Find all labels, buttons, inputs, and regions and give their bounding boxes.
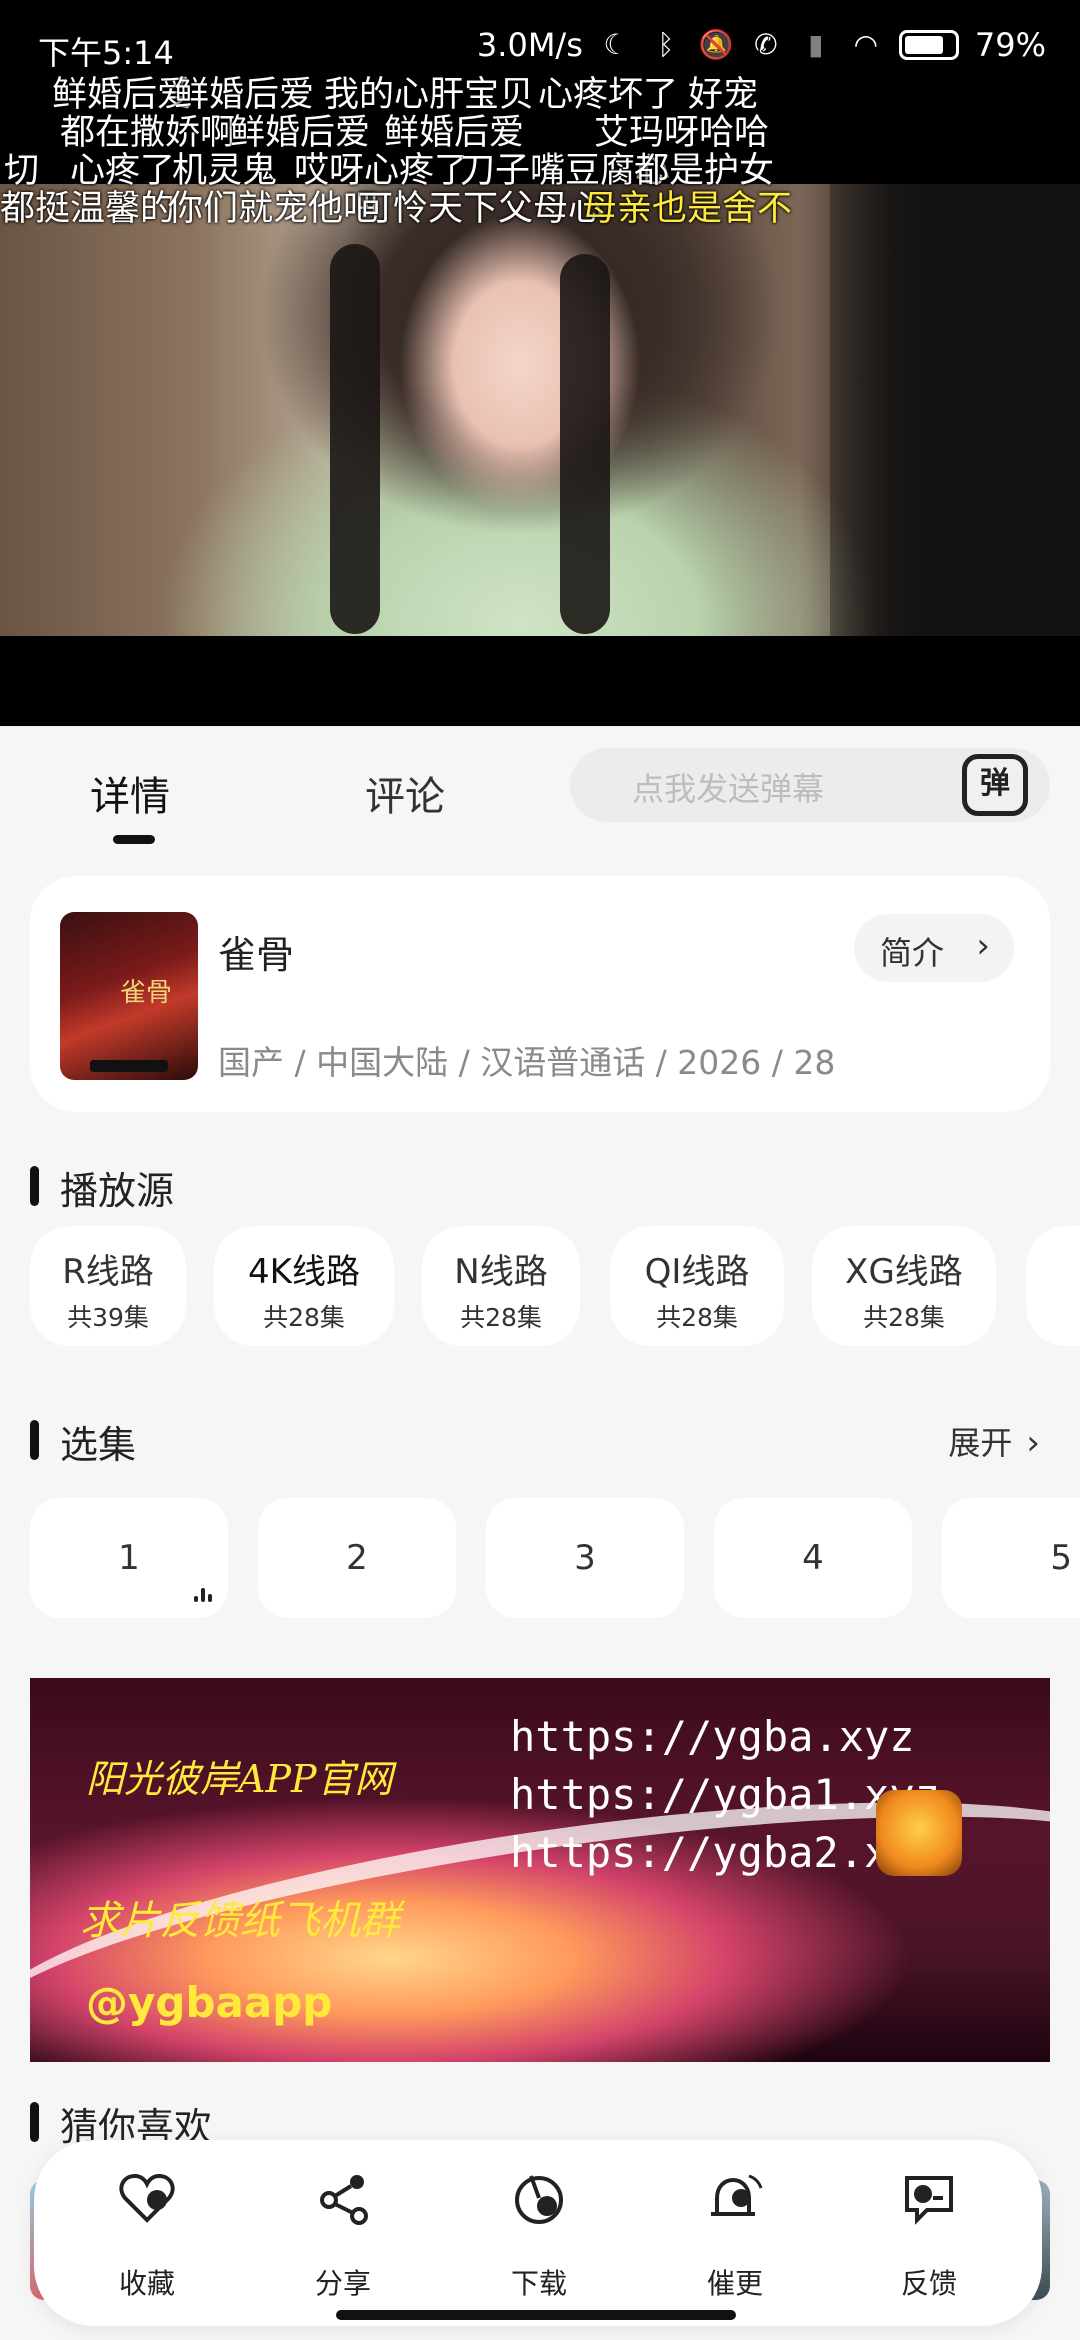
feedback-label: 反馈 [900,2267,957,2300]
danmaku-toggle-button[interactable]: 弹 [962,754,1028,816]
source-name: QI线路 [644,1252,750,1292]
video-scene-detail [560,254,610,634]
show-title: 雀骨 [218,933,295,977]
episode-number: 1 [118,1538,140,1578]
intro-label: 简介 [880,934,945,972]
battery-icon [898,30,959,60]
app-logo-icon [876,1790,962,1876]
source-chip[interactable]: 4K线路 共28集 [214,1226,394,1346]
intro-button[interactable]: 简介 › [854,914,1014,982]
download-label: 下载 [510,2267,567,2300]
show-poster[interactable]: 雀骨 [60,912,198,1080]
danmaku-comment: 都挺温馨的 [0,189,176,229]
section-title-episodes: 选集 [30,1414,136,1469]
source-count: 共28集 [863,1303,945,1332]
feedback-icon [905,2176,953,2225]
episode-button[interactable]: 5 [942,1498,1080,1618]
feedback-button[interactable]: 反馈 [854,2150,1004,2320]
share-icon [320,2175,368,2225]
heart-icon [119,2173,175,2223]
video-frame[interactable] [0,184,1080,636]
action-bar: 收藏 分享 下载 催更 反馈 [34,2140,1042,2326]
episode-button[interactable]: 4 [714,1498,912,1618]
poster-title: 雀骨 [120,978,173,1008]
call-icon: ✆ [754,28,778,61]
source-count: 共39集 [67,1303,149,1332]
source-name: 4K线路 [248,1252,360,1292]
expand-episodes-button[interactable]: 展开 › [948,1418,1040,1464]
promo-banner[interactable]: 阳光彼岸APP官网 求片反馈纸飞机群 @ygbaapp https://ygba… [30,1678,1050,2062]
source-chip[interactable]: N线路 共28集 [422,1226,580,1346]
danmaku-comment: 可怜天下父母心 [358,189,604,229]
danmaku-comment: 母亲也是舍不 [582,189,793,229]
chevron-right-icon: › [976,926,990,966]
favorite-label: 收藏 [118,2267,175,2300]
chevron-right-icon: › [1026,1423,1040,1463]
section-title-sources: 播放源 [30,1160,174,1215]
battery-percent: 79% [974,26,1046,64]
source-chip-overflow[interactable] [1026,1226,1080,1346]
net-speed: 3.0M/s [476,26,583,64]
poster-band [90,1060,168,1072]
favorite-button[interactable]: 收藏 [72,2150,222,2320]
bluetooth-icon: ᛒ [657,28,675,61]
show-meta: 国产 / 中国大陆 / 汉语普通话 / 2026 / 28 [218,1043,836,1082]
banner-feedback-label: 求片反馈纸飞机群 [80,1898,400,1944]
banner-site-label: 阳光彼岸APP官网 [86,1757,393,1801]
status-icons: 3.0M/s ☾ ᛒ 🔕 ✆ ▮ ◠ 79% [477,26,1046,64]
episode-number: 2 [346,1538,368,1578]
mute-bell-icon: 🔕 [698,28,734,61]
video-scene-detail [330,244,380,634]
video-scene-shadow [830,184,1080,636]
source-count: 共28集 [656,1303,738,1332]
expand-label: 展开 [948,1424,1013,1462]
episode-button[interactable]: 3 [486,1498,684,1618]
banner-handle: @ygbaapp [86,1978,333,2027]
source-count: 共28集 [263,1303,345,1332]
show-info-card: 雀骨 雀骨 简介 › 国产 / 中国大陆 / 汉语普通话 / 2026 / 28 [30,876,1050,1112]
home-indicator[interactable] [336,2310,736,2320]
episode-button[interactable]: 2 [258,1498,456,1618]
bell-icon [711,2174,763,2216]
tab-details[interactable]: 详情 [90,764,170,822]
danmaku-input-placeholder: 点我发送弹幕 [632,770,825,808]
active-tab-indicator [113,835,155,844]
episode-number: 3 [574,1538,596,1578]
danmaku-comment: 你们就宠他吧 [168,189,379,229]
download-button[interactable]: 下载 [464,2150,614,2320]
source-chip[interactable]: XG线路 共28集 [812,1226,996,1346]
source-count: 共28集 [460,1303,542,1332]
signal-icon: ▮ [808,28,824,61]
episode-number: 4 [802,1538,824,1578]
now-playing-icon [194,1586,218,1602]
wifi-icon: ◠ [853,28,879,61]
source-name: R线路 [62,1252,154,1292]
source-name: N线路 [454,1252,548,1292]
banner-url: https://ygba.xyz [510,1712,915,1761]
source-chip[interactable]: R线路 共39集 [30,1226,186,1346]
source-chip[interactable]: QI线路 共28集 [610,1226,784,1346]
remind-update-button[interactable]: 催更 [660,2150,810,2320]
share-button[interactable]: 分享 [268,2150,418,2320]
video-player[interactable]: 下午5:14 3.0M/s ☾ ᛒ 🔕 ✆ ▮ ◠ 79% 鲜婚后爱 鲜婚后爱 … [0,0,1080,726]
episode-number: 5 [1050,1538,1072,1578]
moon-icon: ☾ [603,28,629,61]
download-icon [515,2175,563,2224]
remind-update-label: 催更 [706,2267,763,2300]
share-label: 分享 [314,2267,371,2300]
episode-button[interactable]: 1 [30,1498,228,1618]
tab-comments[interactable]: 评论 [365,764,445,822]
source-name: XG线路 [845,1252,963,1292]
